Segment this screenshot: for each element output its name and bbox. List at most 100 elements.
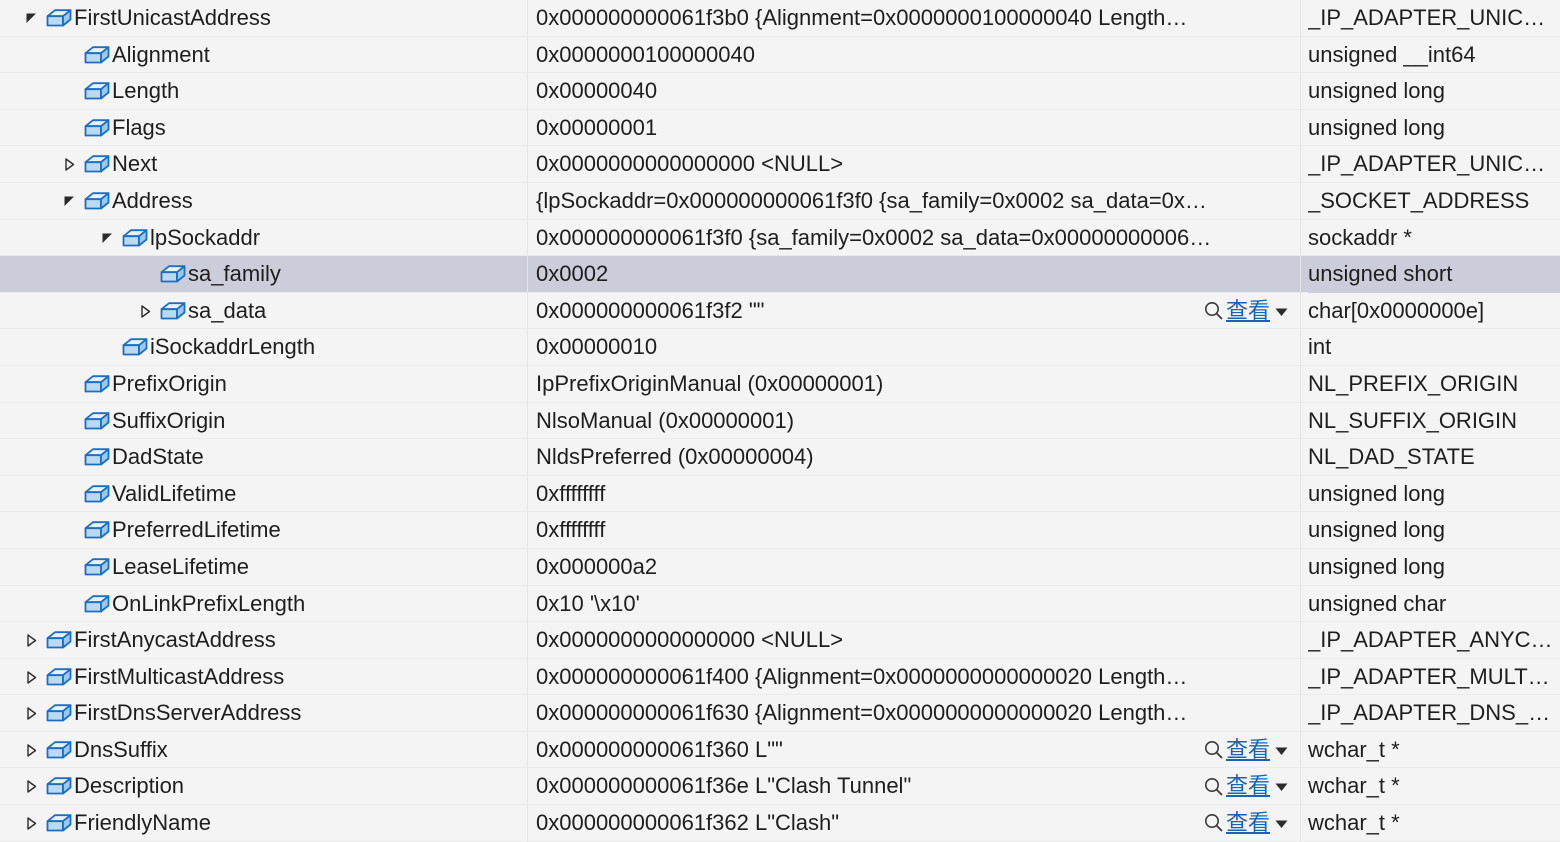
variable-name-cell[interactable]: Address <box>0 183 527 220</box>
variable-value-cell[interactable]: 0x000000a2 <box>536 549 1298 586</box>
chevron-down-icon[interactable] <box>1272 732 1290 769</box>
variable-type-cell[interactable]: _IP_ADAPTER_UNIC… <box>1308 0 1560 37</box>
variable-type-cell[interactable]: unsigned long <box>1308 110 1560 147</box>
variable-type-cell[interactable]: unsigned long <box>1308 549 1560 586</box>
variable-type-cell[interactable]: _IP_ADAPTER_UNIC… <box>1308 146 1560 183</box>
value-visualizer-button[interactable]: 查看 <box>1203 293 1298 330</box>
variable-type-cell[interactable]: wchar_t * <box>1308 732 1560 769</box>
variable-type-cell[interactable]: _IP_ADAPTER_DNS_… <box>1308 695 1560 732</box>
variable-type-cell[interactable]: unsigned short <box>1308 256 1560 293</box>
value-visualizer-label[interactable]: 查看 <box>1225 732 1272 769</box>
triangle-expanded-icon[interactable] <box>18 0 44 37</box>
variable-value-cell[interactable]: 0x10 '\x10' <box>536 586 1298 623</box>
variable-type-cell[interactable]: wchar_t * <box>1308 768 1560 805</box>
variable-type-cell[interactable]: _IP_ADAPTER_ANYC… <box>1308 622 1560 659</box>
chevron-down-icon[interactable] <box>1272 293 1290 330</box>
value-visualizer-button[interactable]: 查看 <box>1203 805 1298 842</box>
table-row[interactable]: lpSockaddr 0x000000000061f3f0 {sa_family=… <box>0 219 1560 257</box>
triangle-collapsed-icon[interactable] <box>18 622 44 659</box>
variable-type-cell[interactable]: wchar_t * <box>1308 805 1560 842</box>
variable-type-cell[interactable]: _IP_ADAPTER_MULT… <box>1308 659 1560 696</box>
variable-value-cell[interactable]: NlsoManual (0x00000001) <box>536 403 1298 440</box>
variable-name-cell[interactable]: ValidLifetime <box>0 476 527 513</box>
triangle-expanded-icon[interactable] <box>94 220 120 257</box>
triangle-collapsed-icon[interactable] <box>132 293 158 330</box>
variable-type-cell[interactable]: unsigned __int64 <box>1308 37 1560 74</box>
variable-value-cell[interactable]: {lpSockaddr=0x000000000061f3f0 {sa_famil… <box>536 183 1298 220</box>
variable-name-cell[interactable]: LeaseLifetime <box>0 549 527 586</box>
variable-value-cell[interactable]: 0xffffffff <box>536 476 1298 513</box>
table-row[interactable]: PreferredLifetime 0xffffffff unsigned long <box>0 512 1560 549</box>
value-visualizer-button[interactable]: 查看 <box>1203 768 1298 805</box>
variable-value-cell[interactable]: 0x000000000061f400 {Alignment=0x00000000… <box>536 659 1298 696</box>
triangle-collapsed-icon[interactable] <box>18 768 44 805</box>
table-row[interactable]: iSockaddrLength 0x00000010 int <box>0 329 1560 366</box>
triangle-collapsed-icon[interactable] <box>18 659 44 696</box>
variable-name-cell[interactable]: sa_data <box>0 293 527 330</box>
table-row[interactable]: FirstUnicastAddress 0x000000000061f3b0 {A… <box>0 0 1560 37</box>
table-row[interactable]: FriendlyName 0x000000000061f362 L"Clash" 查… <box>0 805 1560 842</box>
variable-type-cell[interactable]: NL_DAD_STATE <box>1308 439 1560 476</box>
table-row[interactable]: FirstMulticastAddress 0x000000000061f400 … <box>0 658 1560 696</box>
table-row[interactable]: ValidLifetime 0xffffffff unsigned long <box>0 475 1560 513</box>
triangle-collapsed-icon[interactable] <box>18 732 44 769</box>
variable-type-cell[interactable]: sockaddr * <box>1308 220 1560 257</box>
value-visualizer-label[interactable]: 查看 <box>1225 805 1272 842</box>
value-visualizer-button[interactable]: 查看 <box>1203 732 1298 769</box>
table-row[interactable]: Address {lpSockaddr=0x000000000061f3f0 {s… <box>0 182 1560 220</box>
table-row[interactable]: LeaseLifetime 0x000000a2 unsigned long <box>0 548 1560 586</box>
variable-type-cell[interactable]: unsigned long <box>1308 476 1560 513</box>
table-row[interactable]: Next 0x0000000000000000 <NULL> _IP_ADAPTER… <box>0 146 1560 183</box>
table-row[interactable]: DadState NldsPreferred (0x00000004) NL_DAD… <box>0 439 1560 476</box>
variable-name-cell[interactable]: PreferredLifetime <box>0 512 527 549</box>
variable-type-cell[interactable]: NL_PREFIX_ORIGIN <box>1308 366 1560 403</box>
debugger-variable-tree[interactable]: FirstUnicastAddress 0x000000000061f3b0 {A… <box>0 0 1560 842</box>
variable-value-cell[interactable]: 0x000000000061f36e L"Clash Tunnel" 查看 <box>536 768 1298 805</box>
variable-name-cell[interactable]: PrefixOrigin <box>0 366 527 403</box>
variable-value-cell[interactable]: 0x00000040 <box>536 73 1298 110</box>
variable-type-cell[interactable]: int <box>1308 329 1560 366</box>
table-row[interactable]: Length 0x00000040 unsigned long <box>0 73 1560 110</box>
variable-name-cell[interactable]: iSockaddrLength <box>0 329 527 366</box>
triangle-expanded-icon[interactable] <box>56 183 82 220</box>
variable-name-cell[interactable]: FriendlyName <box>0 805 527 842</box>
variable-value-cell[interactable]: 0x000000000061f362 L"Clash" 查看 <box>536 805 1298 842</box>
variable-value-cell[interactable]: 0x000000000061f630 {Alignment=0x00000000… <box>536 695 1298 732</box>
variable-value-cell[interactable]: IpPrefixOriginManual (0x00000001) <box>536 366 1298 403</box>
variable-value-cell[interactable]: 0x0000000000000000 <NULL> <box>536 622 1298 659</box>
variable-type-cell[interactable]: _SOCKET_ADDRESS <box>1308 183 1560 220</box>
variable-value-cell[interactable]: 0x0002 <box>536 256 1298 293</box>
variable-value-cell[interactable]: 0x000000000061f3f0 {sa_family=0x0002 sa_… <box>536 220 1298 257</box>
variable-name-cell[interactable]: Length <box>0 73 527 110</box>
table-row[interactable]: Flags 0x00000001 unsigned long <box>0 109 1560 147</box>
variable-name-cell[interactable]: FirstDnsServerAddress <box>0 695 527 732</box>
variable-name-cell[interactable]: lpSockaddr <box>0 220 527 257</box>
chevron-down-icon[interactable] <box>1272 768 1290 805</box>
variable-value-cell[interactable]: 0x000000000061f360 L"" 查看 <box>536 732 1298 769</box>
table-row[interactable]: SuffixOrigin NlsoManual (0x00000001) NL_SU… <box>0 402 1560 440</box>
variable-type-cell[interactable]: NL_SUFFIX_ORIGIN <box>1308 403 1560 440</box>
value-visualizer-label[interactable]: 查看 <box>1225 768 1272 805</box>
table-row[interactable]: Alignment 0x0000000100000040 unsigned __in… <box>0 36 1560 74</box>
variable-value-cell[interactable]: 0x000000000061f3f2 "" 查看 <box>536 293 1298 330</box>
variable-name-cell[interactable]: SuffixOrigin <box>0 403 527 440</box>
triangle-collapsed-icon[interactable] <box>18 805 44 842</box>
variable-value-cell[interactable]: 0x0000000100000040 <box>536 37 1298 74</box>
variable-name-cell[interactable]: OnLinkPrefixLength <box>0 586 527 623</box>
table-row[interactable]: sa_family 0x0002 unsigned short <box>0 256 1560 293</box>
variable-value-cell[interactable]: NldsPreferred (0x00000004) <box>536 439 1298 476</box>
variable-type-cell[interactable]: char[0x0000000e] <box>1308 293 1560 330</box>
variable-name-cell[interactable]: Alignment <box>0 37 527 74</box>
variable-type-cell[interactable]: unsigned char <box>1308 586 1560 623</box>
variable-name-cell[interactable]: DnsSuffix <box>0 732 527 769</box>
value-visualizer-label[interactable]: 查看 <box>1225 293 1272 330</box>
variable-type-cell[interactable]: unsigned long <box>1308 73 1560 110</box>
variable-name-cell[interactable]: FirstUnicastAddress <box>0 0 527 37</box>
variable-name-cell[interactable]: DadState <box>0 439 527 476</box>
table-row[interactable]: PrefixOrigin IpPrefixOriginManual (0x0000… <box>0 365 1560 403</box>
variable-name-cell[interactable]: FirstMulticastAddress <box>0 659 527 696</box>
triangle-collapsed-icon[interactable] <box>56 146 82 183</box>
variable-type-cell[interactable]: unsigned long <box>1308 512 1560 549</box>
variable-value-cell[interactable]: 0x00000010 <box>536 329 1298 366</box>
variable-name-cell[interactable]: FirstAnycastAddress <box>0 622 527 659</box>
